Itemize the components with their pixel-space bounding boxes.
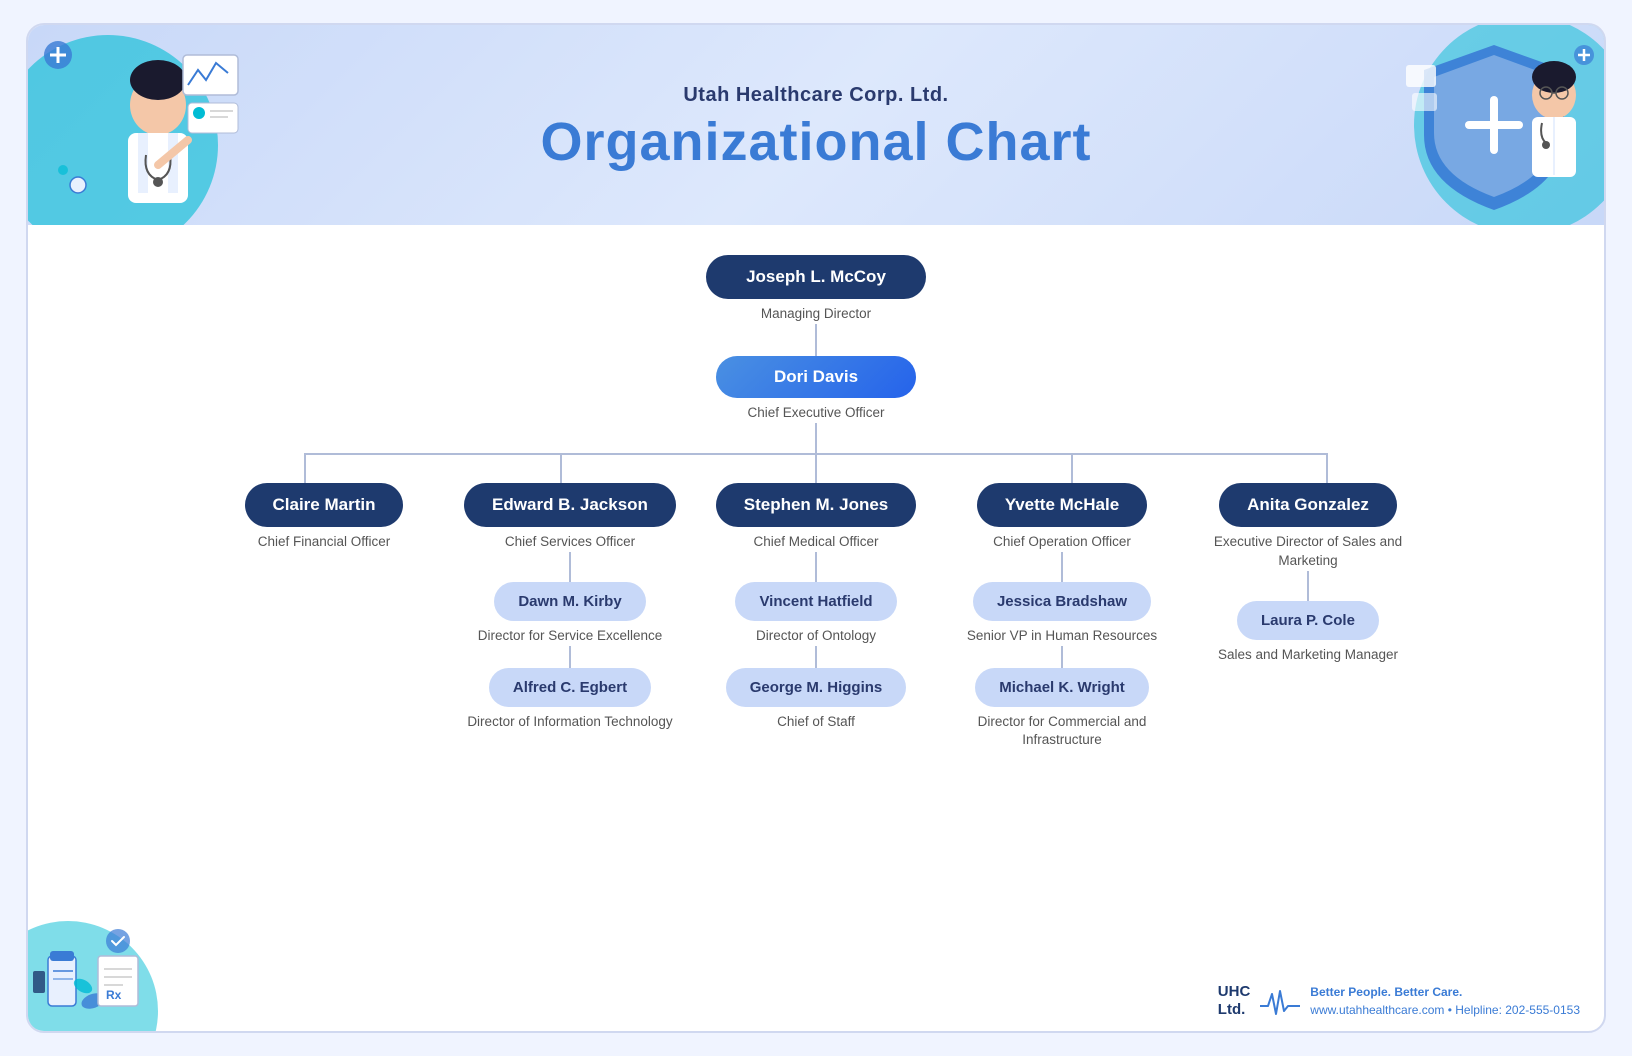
subcol-edward-ch2: Alfred C. Egbert Director of Information…: [467, 668, 672, 732]
col-anita-gonzalez: Anita Gonzalez Executive Director of Sal…: [1185, 483, 1431, 665]
svg-text:Rx: Rx: [106, 988, 122, 1002]
node-laura-cole: Laura P. Cole: [1237, 601, 1379, 640]
label-joseph-mccoy: Managing Director: [761, 305, 871, 324]
level2-block: Dori Davis Chief Executive Officer: [716, 356, 916, 423]
vline-l1-l2: [815, 324, 817, 356]
label-dawn-kirby: Director for Service Excellence: [478, 627, 663, 646]
tick-4: [1071, 453, 1073, 483]
node-george-higgins: George M. Higgins: [726, 668, 907, 707]
node-claire-martin: Claire Martin: [245, 483, 404, 527]
right-illustration: [1384, 25, 1604, 225]
ecg-icon: [1260, 986, 1300, 1016]
vline-l2-hbar: [815, 423, 817, 453]
label-edward-jackson: Chief Services Officer: [505, 533, 635, 552]
label-anita-gonzalez: Executive Director of Sales and Marketin…: [1193, 533, 1423, 571]
label-yvette-mchale: Chief Operation Officer: [993, 533, 1131, 552]
subcol-yvette-ch1: Jessica Bradshaw Senior VP in Human Reso…: [967, 582, 1157, 646]
vline-anita-ch: [1307, 571, 1309, 601]
vline-stephen-ch: [815, 552, 817, 582]
node-jessica-bradshaw: Jessica Bradshaw: [973, 582, 1151, 621]
subcol-yvette-ch2: Michael K. Wright Director for Commercia…: [939, 668, 1185, 751]
header-band: Utah Healthcare Corp. Ltd. Organizationa…: [28, 25, 1604, 225]
label-george-higgins: Chief of Staff: [777, 713, 855, 732]
left-illustration: [28, 25, 248, 225]
subcol-stephen-ch1: Vincent Hatfield Director of Ontology: [735, 582, 896, 646]
label-vincent-hatfield: Director of Ontology: [756, 627, 876, 646]
node-michael-wright: Michael K. Wright: [975, 668, 1149, 707]
label-laura-cole: Sales and Marketing Manager: [1218, 646, 1398, 665]
header-subtitle: Utah Healthcare Corp. Ltd.: [683, 84, 948, 107]
footer-text: Better People. Better Care. www.utahheal…: [1310, 983, 1580, 1019]
node-edward-jackson: Edward B. Jackson: [464, 483, 676, 527]
vline-edward-ch: [569, 552, 571, 582]
label-jessica-bradshaw: Senior VP in Human Resources: [967, 627, 1157, 646]
bottom-decoration: Rx: [28, 901, 208, 1031]
node-alfred-egbert: Alfred C. Egbert: [489, 668, 651, 707]
subcol-stephen-ch2: George M. Higgins Chief of Staff: [726, 668, 907, 732]
node-joseph-mccoy: Joseph L. McCoy: [706, 255, 926, 299]
tick-2: [560, 453, 562, 483]
node-stephen-jones: Stephen M. Jones: [716, 483, 917, 527]
chart-container: Utah Healthcare Corp. Ltd. Organizationa…: [26, 23, 1606, 1033]
footer: UHC Ltd. Better People. Better Care. www…: [1194, 971, 1604, 1031]
col-edward-jackson: Edward B. Jackson Chief Services Officer…: [447, 483, 693, 732]
col-stephen-jones: Stephen M. Jones Chief Medical Officer V…: [693, 483, 939, 732]
footer-logo: UHC Ltd.: [1218, 983, 1251, 1019]
ticks-row: [191, 453, 1441, 483]
vline-stephen-ch2: [815, 646, 817, 668]
vline-yvette-ch2: [1061, 646, 1063, 668]
tick-1: [304, 453, 306, 483]
col-claire-martin: Claire Martin Chief Financial Officer: [201, 483, 447, 632]
label-claire-martin: Chief Financial Officer: [258, 533, 391, 552]
label-alfred-egbert: Director of Information Technology: [467, 713, 672, 732]
node-dawn-kirby: Dawn M. Kirby: [494, 582, 645, 621]
subcol-anita-ch1: Laura P. Cole Sales and Marketing Manage…: [1218, 601, 1398, 665]
col-yvette-mchale: Yvette McHale Chief Operation Officer Je…: [939, 483, 1185, 751]
vline-edward-ch2: [569, 646, 571, 668]
node-vincent-hatfield: Vincent Hatfield: [735, 582, 896, 621]
subcol-edward-ch1: Dawn M. Kirby Director for Service Excel…: [478, 582, 663, 646]
node-dori-davis: Dori Davis: [716, 356, 916, 398]
node-yvette-mchale: Yvette McHale: [977, 483, 1147, 527]
label-stephen-jones: Chief Medical Officer: [753, 533, 878, 552]
level3-connector: [191, 453, 1441, 483]
level3-row: Claire Martin Chief Financial Officer Ed…: [191, 483, 1441, 751]
tick-3: [815, 453, 817, 483]
node-anita-gonzalez: Anita Gonzalez: [1219, 483, 1397, 527]
header-title: Organizational Chart: [540, 111, 1091, 173]
org-area: Joseph L. McCoy Managing Director Dori D…: [28, 225, 1604, 770]
label-dori-davis: Chief Executive Officer: [747, 404, 884, 423]
tick-5: [1326, 453, 1328, 483]
level1-block: Joseph L. McCoy Managing Director: [706, 255, 926, 324]
label-michael-wright: Director for Commercial and Infrastructu…: [939, 713, 1185, 751]
vline-yvette-ch: [1061, 552, 1063, 582]
